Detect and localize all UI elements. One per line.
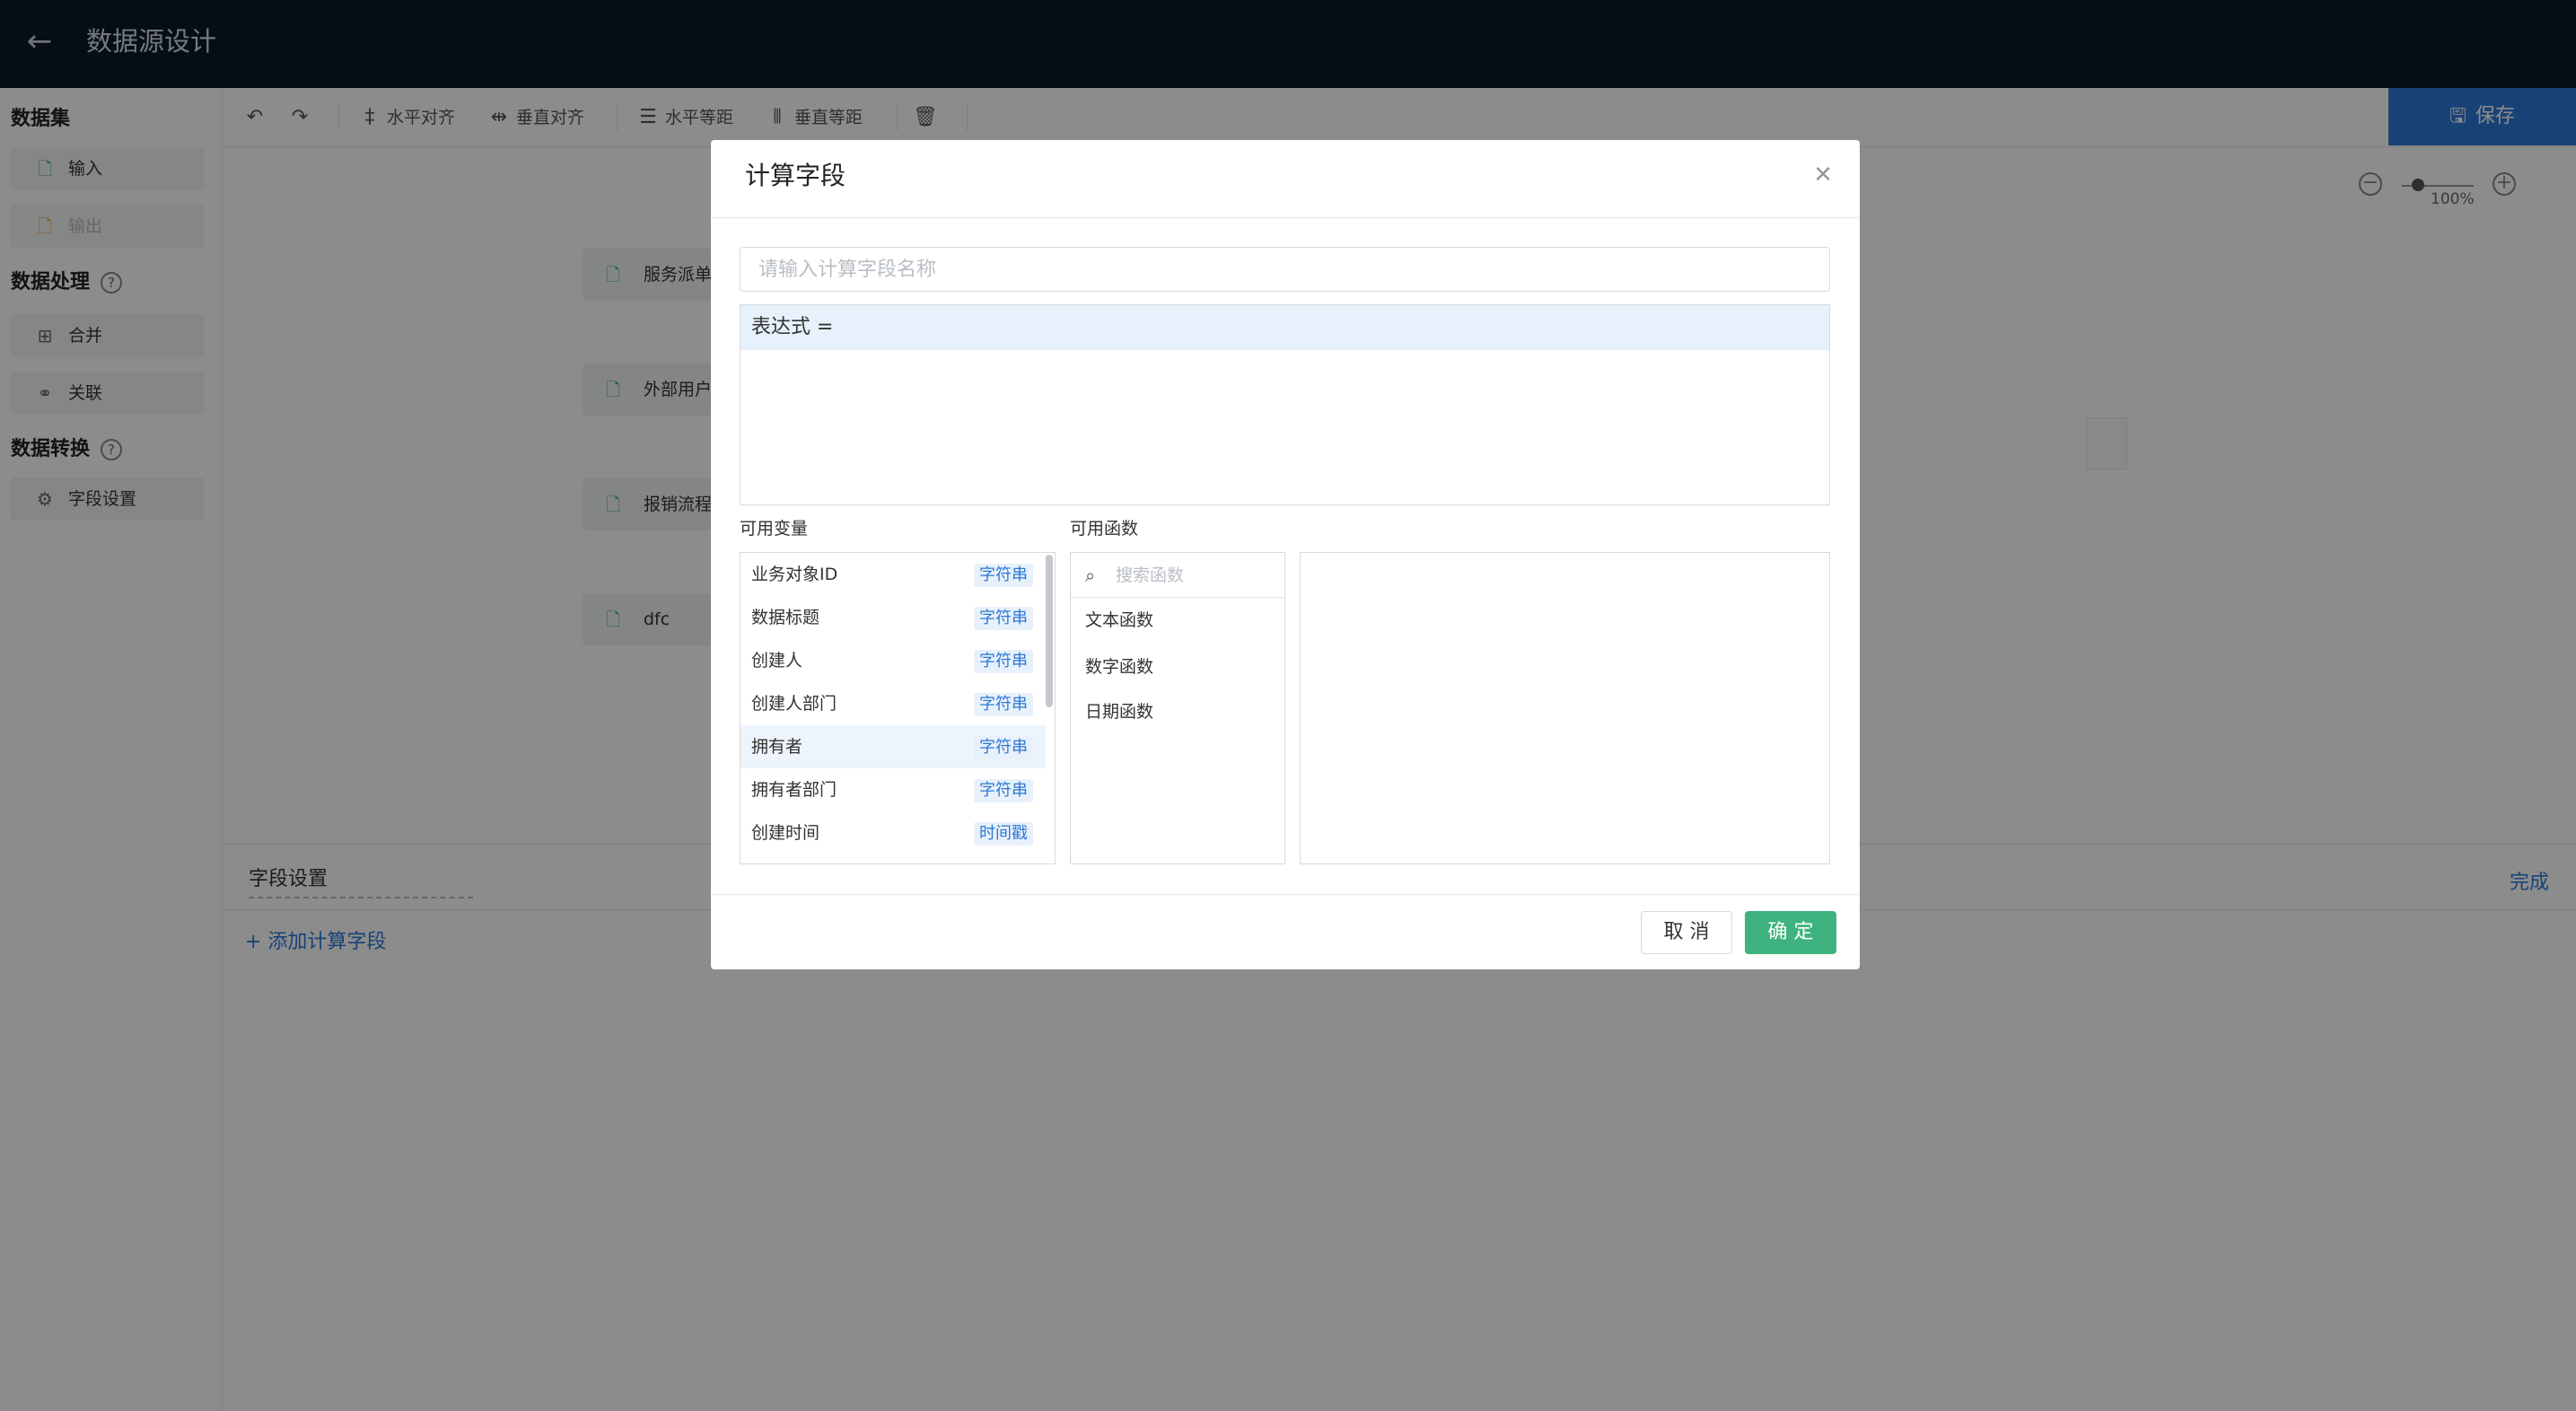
scrollbar[interactable] [1046,555,1053,707]
dialog-title: 计算字段 [745,161,846,190]
list-item[interactable]: 拥有者部门 字符串 [740,768,1046,811]
type-badge: 字符串 [974,779,1033,802]
variable-name: 创建人部门 [751,694,837,714]
field-name-input[interactable] [740,247,1830,292]
list-item[interactable]: 拥有者 字符串 [740,725,1046,768]
expression-editor[interactable]: 表达式 = [740,304,1830,505]
function-category-date[interactable]: 日期函数 [1085,698,1153,723]
function-search-placeholder: 搜索函数 [1116,565,1185,585]
function-detail-panel [1300,552,1830,864]
variable-name: 业务对象ID [751,565,838,584]
divider [711,217,1860,218]
variable-name: 创建人 [751,651,803,670]
variables-list[interactable]: 业务对象ID 字符串 数据标题 字符串 创建人 字符串 创建人部门 字符串 拥有者 字符串… [740,552,1056,864]
type-badge: 字符串 [974,736,1033,759]
variables-label: 可用变量 [740,519,809,539]
calculated-field-dialog: 计算字段 ✕ 表达式 = 可用变量 可用函数 业务对象ID字符串 数据标题字符串… [711,140,1860,969]
confirm-button[interactable]: 确 定 [1745,911,1836,954]
type-badge: 字符串 [974,650,1033,673]
expression-line[interactable]: 表达式 = [740,305,1829,350]
functions-label: 可用函数 [1070,519,1139,539]
function-search-input[interactable]: ⌕ 搜索函数 [1071,553,1284,598]
divider [711,894,1860,895]
variable-name: 数据标题 [751,608,820,627]
list-item[interactable]: 数据标题 字符串 [740,596,1046,639]
type-badge: 字符串 [974,607,1033,630]
list-item[interactable]: 创建时间 时间戳 [740,811,1046,854]
list-item[interactable]: 业务对象ID 字符串 [740,553,1046,596]
type-badge: 时间戳 [974,822,1033,846]
function-category-number[interactable]: 数字函数 [1085,653,1153,678]
variable-name: 拥有者部门 [751,780,837,800]
type-badge: 字符串 [974,564,1033,587]
variable-name: 拥有者 [751,737,803,757]
function-category-text[interactable]: 文本函数 [1085,607,1153,631]
type-badge: 字符串 [974,693,1033,716]
list-item[interactable]: 创建人部门 字符串 [740,682,1046,725]
list-item[interactable]: 创建人 字符串 [740,639,1046,682]
variable-name: 创建时间 [751,823,820,843]
cancel-button[interactable]: 取 消 [1641,911,1732,954]
functions-list: ⌕ 搜索函数 文本函数 数字函数 日期函数 [1070,552,1285,864]
close-icon[interactable]: ✕ [1813,162,1833,188]
search-icon: ⌕ [1085,565,1096,586]
